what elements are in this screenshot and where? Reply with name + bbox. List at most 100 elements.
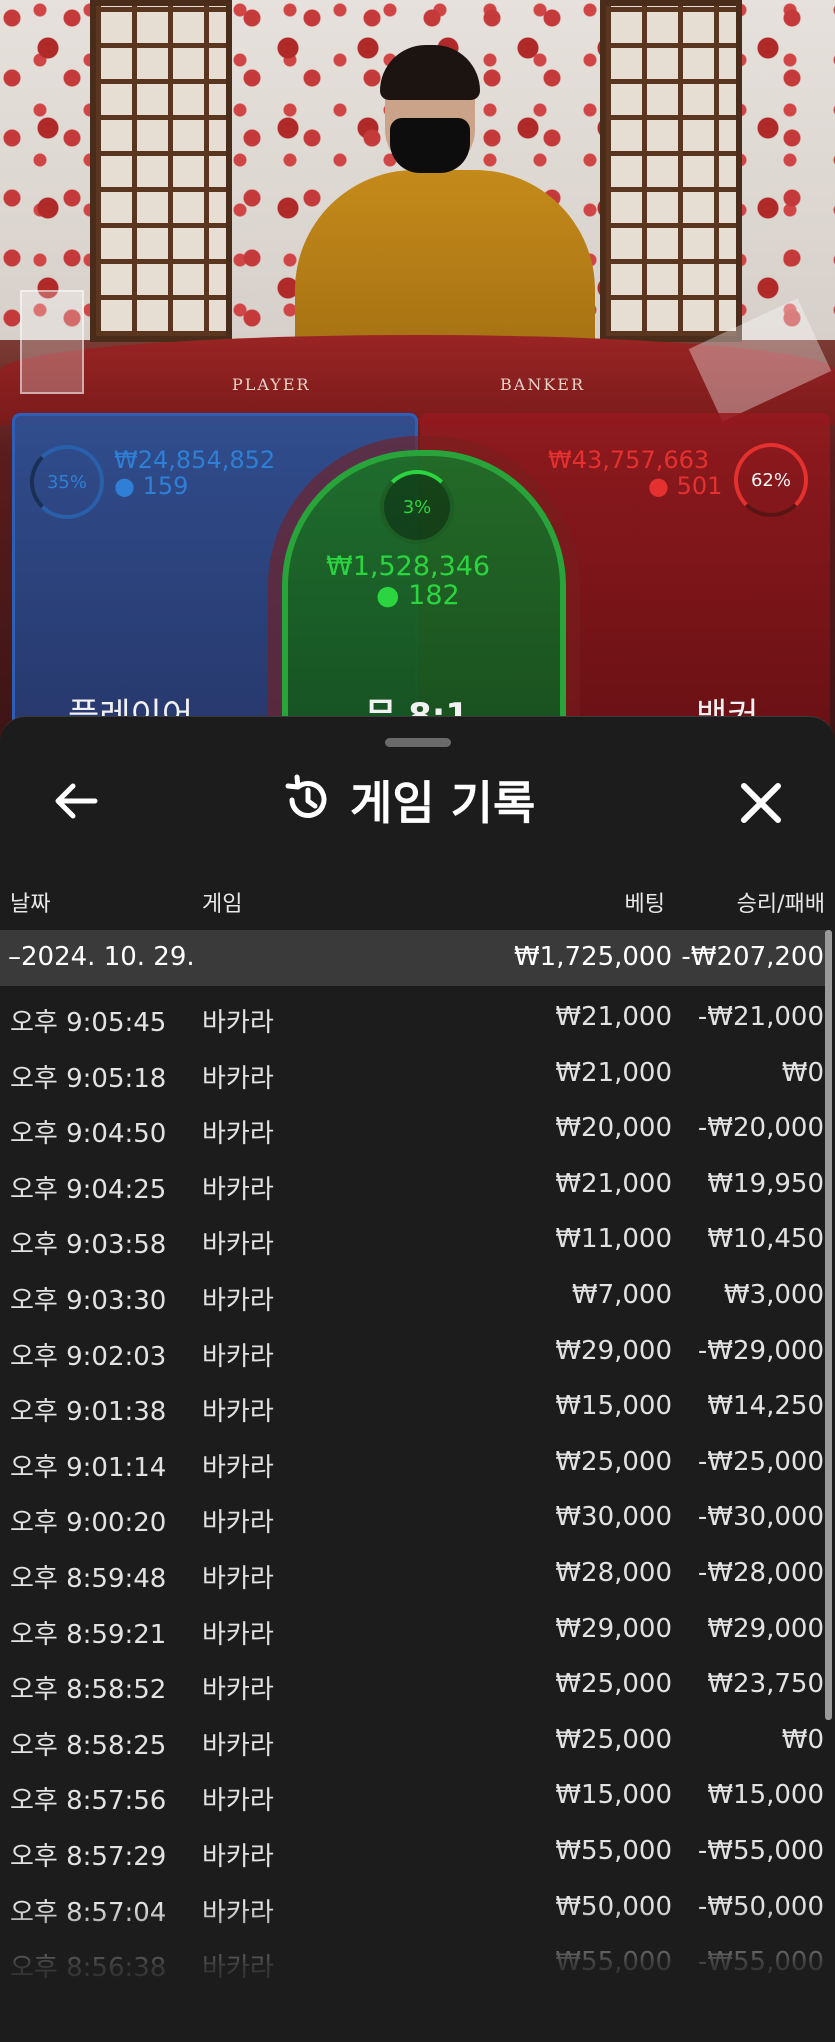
row-game: 바카라: [202, 1230, 274, 1261]
history-row[interactable]: 오후 8:59:48 바카라 ₩28,000 -₩28,000: [0, 1546, 826, 1602]
banker-amount: ₩43,757,663: [548, 446, 710, 474]
row-time: 오후 9:02:03: [10, 1341, 167, 1372]
banker-percent-ring: 62%: [734, 443, 808, 517]
row-result: ₩10,450: [707, 1224, 824, 1255]
history-icon: [285, 774, 327, 818]
row-game: 바카라: [202, 1675, 274, 1706]
row-result: -₩30,000: [697, 1502, 824, 1533]
row-bet: ₩15,000: [555, 1780, 672, 1811]
row-game: 바카라: [202, 1619, 274, 1650]
history-list: 오후 9:05:45 바카라 ₩21,000 -₩21,000 오후 9:05:18 바카…: [0, 990, 826, 1991]
sheet-drag-handle[interactable]: [385, 738, 451, 747]
row-result: ₩0: [781, 1724, 824, 1755]
row-bet: ₩29,000: [555, 1335, 672, 1366]
row-result: ₩14,250: [707, 1391, 824, 1422]
row-time: 오후 8:57:56: [10, 1786, 167, 1817]
table-player-label: PLAYER: [232, 375, 311, 394]
tie-percent-ring: 3%: [380, 470, 454, 544]
sheet-title: 게임 기록: [350, 776, 536, 830]
close-button[interactable]: [732, 774, 790, 832]
row-bet: ₩25,000: [555, 1669, 672, 1700]
history-row[interactable]: 오후 8:57:29 바카라 ₩55,000 -₩55,000: [0, 1824, 826, 1880]
row-time: 오후 8:59:48: [10, 1563, 167, 1594]
row-time: 오후 8:58:52: [10, 1675, 167, 1706]
row-bet: ₩15,000: [555, 1391, 672, 1422]
banker-users: 501: [676, 472, 723, 500]
history-row[interactable]: 오후 9:03:58 바카라 ₩11,000 ₩10,450: [0, 1212, 826, 1268]
banker-users-group: ● 501: [648, 472, 722, 500]
lattice-screen-left: [90, 0, 232, 342]
row-result: -₩25,000: [697, 1446, 824, 1477]
row-game: 바카라: [202, 1063, 274, 1094]
table-banker-label: BANKER: [500, 375, 585, 394]
row-game: 바카라: [202, 1285, 274, 1316]
row-bet: ₩30,000: [555, 1502, 672, 1533]
row-time: 오후 9:01:38: [10, 1397, 167, 1428]
column-header-result[interactable]: 승리/패배: [737, 886, 825, 918]
lattice-screen-right: [600, 0, 742, 342]
history-row[interactable]: 오후 9:05:18 바카라 ₩21,000 ₩0: [0, 1046, 826, 1102]
row-time: 오후 8:57:29: [10, 1841, 167, 1872]
row-game: 바카라: [202, 1174, 274, 1205]
row-bet: ₩21,000: [555, 1002, 672, 1032]
tie-users: 182: [408, 580, 460, 611]
row-time: 오후 9:05:18: [10, 1063, 167, 1094]
dealer-mask: [390, 118, 470, 173]
row-time: 오후 8:59:21: [10, 1619, 167, 1650]
row-result: ₩0: [781, 1057, 824, 1088]
row-bet: ₩21,000: [555, 1168, 672, 1199]
row-time: 오후 9:01:14: [10, 1452, 167, 1483]
row-bet: ₩20,000: [555, 1113, 672, 1144]
history-row[interactable]: 오후 8:58:25 바카라 ₩25,000 ₩0: [0, 1713, 826, 1769]
player-users-group: ● 159: [114, 472, 188, 500]
tie-percent: 3%: [402, 496, 432, 518]
row-time: 오후 9:04:50: [10, 1119, 167, 1150]
row-time: 오후 9:04:25: [10, 1174, 167, 1205]
date-group-row[interactable]: –2024. 10. 29. ₩1,725,000 -₩207,200: [0, 930, 826, 986]
player-users: 159: [142, 472, 189, 500]
history-row[interactable]: 오후 9:04:25 바카라 ₩21,000 ₩19,950: [0, 1157, 826, 1213]
row-game: 바카라: [202, 1508, 274, 1539]
row-result: -₩55,000: [697, 1835, 824, 1866]
player-percent: 35%: [46, 471, 87, 493]
close-icon: [741, 783, 781, 823]
list-fade-overlay: [0, 1905, 835, 2041]
history-row[interactable]: 오후 8:58:52 바카라 ₩25,000 ₩23,750: [0, 1657, 826, 1713]
row-result: -₩29,000: [697, 1335, 824, 1366]
column-header-date[interactable]: 날짜: [10, 886, 50, 918]
row-game: 바카라: [202, 1563, 274, 1594]
column-header-game[interactable]: 게임: [202, 886, 242, 918]
row-bet: ₩7,000: [571, 1279, 672, 1310]
column-header-bet[interactable]: 베팅: [625, 886, 665, 918]
back-button[interactable]: [48, 776, 104, 826]
history-row[interactable]: 오후 9:00:20 바카라 ₩30,000 -₩30,000: [0, 1490, 826, 1546]
row-time: 오후 9:00:20: [10, 1508, 167, 1539]
player-percent-ring: 35%: [30, 445, 104, 519]
row-game: 바카라: [202, 1341, 274, 1372]
row-bet: ₩55,000: [555, 1835, 672, 1866]
row-result: ₩19,950: [707, 1168, 824, 1199]
row-result: ₩3,000: [723, 1279, 824, 1310]
history-row[interactable]: 오후 9:03:30 바카라 ₩7,000 ₩3,000: [0, 1268, 826, 1324]
tie-users-group: ● 182: [376, 582, 460, 610]
date-group-bet: ₩1,725,000: [513, 942, 672, 972]
date-group-date: –2024. 10. 29.: [8, 942, 195, 972]
row-result: ₩29,000: [707, 1613, 824, 1644]
row-game: 바카라: [202, 1786, 274, 1817]
row-result: -₩20,000: [697, 1113, 824, 1144]
row-game: 바카라: [202, 1730, 274, 1761]
date-group-result: -₩207,200: [681, 942, 824, 972]
history-row[interactable]: 오후 9:02:03 바카라 ₩29,000 -₩29,000: [0, 1324, 826, 1380]
row-game: 바카라: [202, 1452, 274, 1483]
history-row[interactable]: 오후 9:05:45 바카라 ₩21,000 -₩21,000: [0, 990, 826, 1046]
history-row[interactable]: 오후 8:57:56 바카라 ₩15,000 ₩15,000: [0, 1768, 826, 1824]
row-result: ₩23,750: [707, 1669, 824, 1700]
history-row[interactable]: 오후 9:01:14 바카라 ₩25,000 -₩25,000: [0, 1435, 826, 1491]
scrollbar[interactable]: [825, 930, 832, 1720]
row-game: 바카라: [202, 1841, 274, 1872]
history-row[interactable]: 오후 8:59:21 바카라 ₩29,000 ₩29,000: [0, 1602, 826, 1658]
history-row[interactable]: 오후 9:04:50 바카라 ₩20,000 -₩20,000: [0, 1101, 826, 1157]
user-icon: ●: [376, 580, 400, 611]
user-icon: ●: [114, 472, 135, 500]
history-row[interactable]: 오후 9:01:38 바카라 ₩15,000 ₩14,250: [0, 1379, 826, 1435]
